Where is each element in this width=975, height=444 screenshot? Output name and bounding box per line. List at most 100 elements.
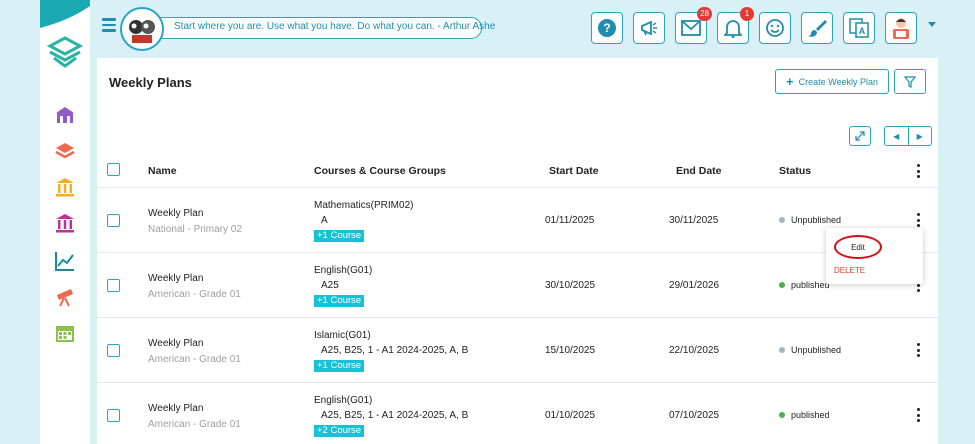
help-icon: ? xyxy=(598,19,616,37)
theme-button[interactable] xyxy=(801,12,833,44)
start-date: 01/10/2025 xyxy=(545,410,596,421)
help-button[interactable]: ? xyxy=(591,12,623,44)
course-name: English(G01) xyxy=(314,395,373,406)
select-all-checkbox[interactable] xyxy=(107,163,120,176)
profile-dropdown-caret[interactable] xyxy=(928,22,936,27)
status-text: published xyxy=(791,280,830,290)
left-background-strip xyxy=(0,0,40,444)
row-checkbox[interactable] xyxy=(107,344,120,357)
course-name: Mathematics(PRIM02) xyxy=(314,200,414,211)
bell-icon xyxy=(724,20,742,38)
plan-grade: National - Primary 02 xyxy=(148,224,242,235)
translate-icon: A xyxy=(849,18,869,38)
app-logo-icon[interactable] xyxy=(44,32,86,74)
plan-name[interactable]: Weekly Plan xyxy=(148,403,203,414)
top-bar: Start where you are. Use what you have. … xyxy=(90,0,975,56)
more-courses-badge[interactable]: +1 Course xyxy=(314,360,365,372)
table-row: Weekly Plan American - Grade 01 Islamic(… xyxy=(97,318,938,383)
filter-icon xyxy=(904,75,916,88)
row-checkbox[interactable] xyxy=(107,409,120,422)
course-groups: A xyxy=(321,215,328,226)
language-button[interactable]: A xyxy=(843,12,875,44)
course-name: English(G01) xyxy=(314,265,373,276)
school-building-icon[interactable] xyxy=(52,102,78,128)
pagination-control: ◀ ▶ xyxy=(884,126,932,146)
notifications-button[interactable]: 1 xyxy=(717,7,754,44)
smiley-icon xyxy=(766,19,784,37)
mail-badge: 28 xyxy=(697,7,712,21)
row-more-options-icon[interactable] xyxy=(913,408,923,422)
start-date: 01/11/2025 xyxy=(545,215,595,226)
mascot-avatar xyxy=(120,7,164,51)
column-header-end-date: End Date xyxy=(676,165,722,177)
more-courses-badge[interactable]: +1 Course xyxy=(314,230,365,242)
table-row: Weekly Plan American - Grade 01 English(… xyxy=(97,383,938,444)
quote-text: Start where you are. Use what you have. … xyxy=(174,21,496,32)
header-more-options-icon[interactable] xyxy=(913,164,923,178)
start-date: 15/10/2025 xyxy=(545,345,596,356)
create-weekly-plan-label: Create Weekly Plan xyxy=(798,76,878,87)
telescope-icon[interactable] xyxy=(52,284,78,310)
line-chart-icon[interactable] xyxy=(52,248,78,274)
more-courses-badge[interactable]: +1 Course xyxy=(314,295,365,307)
create-weekly-plan-button[interactable]: + Create Weekly Plan xyxy=(775,69,889,94)
status-badge: Unpublished xyxy=(779,345,841,355)
mail-icon xyxy=(681,20,701,36)
right-background-strip xyxy=(938,58,975,444)
status-dot xyxy=(779,217,785,223)
main-panel: Weekly Plans + Create Weekly Plan ◀ ▶ Na… xyxy=(97,58,938,444)
profile-button[interactable] xyxy=(885,12,917,44)
institution-icon[interactable] xyxy=(52,174,78,200)
status-text: published xyxy=(791,410,830,420)
more-courses-badge[interactable]: +2 Course xyxy=(314,425,365,437)
column-header-courses: Courses & Course Groups xyxy=(314,165,446,177)
announcements-button[interactable] xyxy=(633,12,665,44)
svg-text:?: ? xyxy=(603,21,610,35)
messages-button[interactable]: 28 xyxy=(675,7,712,44)
building-columns-icon[interactable] xyxy=(52,210,78,236)
status-badge: published xyxy=(779,280,830,290)
status-text: Unpublished xyxy=(791,215,842,225)
notification-badge: 1 xyxy=(740,7,754,21)
column-header-start-date: Start Date xyxy=(549,165,599,177)
menu-icon[interactable] xyxy=(102,18,116,32)
end-date: 22/10/2025 xyxy=(669,345,720,356)
row-more-options-icon[interactable] xyxy=(913,343,923,357)
sidebar xyxy=(40,0,90,444)
course-groups: A25 xyxy=(321,280,339,291)
end-date: 29/01/2026 xyxy=(669,280,720,291)
megaphone-icon xyxy=(641,20,657,36)
status-dot xyxy=(779,412,785,418)
plan-grade: American - Grade 01 xyxy=(148,419,241,430)
table-header: Name Courses & Course Groups Start Date … xyxy=(97,154,938,188)
row-checkbox[interactable] xyxy=(107,214,120,227)
quote-banner: Start where you are. Use what you have. … xyxy=(120,7,495,51)
status-dot xyxy=(779,282,785,288)
plan-grade: American - Grade 01 xyxy=(148,354,241,365)
next-page-icon[interactable]: ▶ xyxy=(909,127,932,145)
course-name: Islamic(G01) xyxy=(314,330,371,341)
row-checkbox[interactable] xyxy=(107,279,120,292)
user-avatar-icon xyxy=(893,18,909,39)
feedback-button[interactable] xyxy=(759,12,791,44)
expand-button[interactable] xyxy=(849,126,871,146)
status-dot xyxy=(779,347,785,353)
svg-text:A: A xyxy=(859,26,866,36)
layers-icon[interactable] xyxy=(52,138,78,164)
course-groups: A25, B25, 1 - A1 2024-2025, A, B xyxy=(321,410,469,421)
row-actions-menu: Edit DELETE xyxy=(826,228,923,284)
delete-menu-item[interactable]: DELETE xyxy=(834,266,865,275)
row-more-options-icon[interactable] xyxy=(913,213,923,227)
table-row: Weekly Plan American - Grade 01 English(… xyxy=(97,253,938,318)
sidebar-corner-decoration xyxy=(40,0,90,28)
plan-name[interactable]: Weekly Plan xyxy=(148,273,203,284)
calendar-icon[interactable] xyxy=(52,320,78,346)
table-row: Weekly Plan National - Primary 02 Mathem… xyxy=(97,188,938,253)
plan-name[interactable]: Weekly Plan xyxy=(148,208,203,219)
edit-menu-item[interactable]: Edit xyxy=(834,235,882,259)
previous-page-icon[interactable]: ◀ xyxy=(885,127,909,145)
filter-button[interactable] xyxy=(894,69,926,94)
status-badge: published xyxy=(779,410,830,420)
plan-name[interactable]: Weekly Plan xyxy=(148,338,203,349)
column-header-name: Name xyxy=(148,165,177,177)
